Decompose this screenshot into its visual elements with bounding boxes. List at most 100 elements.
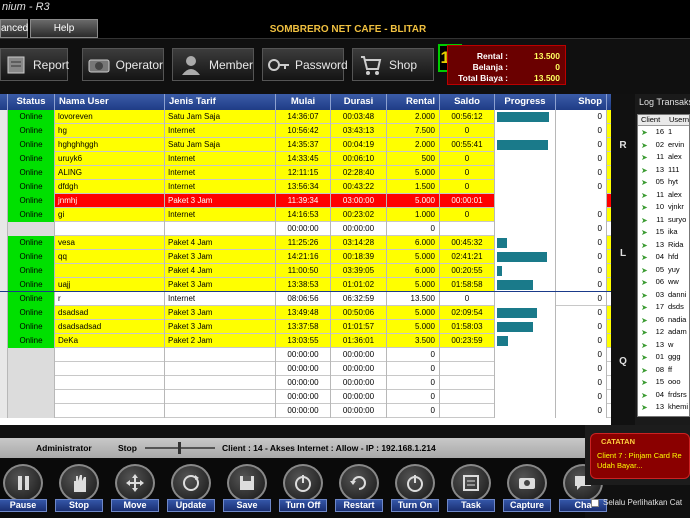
table-row[interactable]: Online r Internet 08:06:56 06:32:59 13.500 0 0 [0, 291, 611, 307]
table-row[interactable]: 00:00:00 00:00:00 0 0 [0, 362, 611, 376]
turn-off-button[interactable]: Turn Off [279, 462, 327, 514]
operator-button[interactable]: Operator [82, 48, 164, 81]
stop-slider-thumb[interactable] [178, 442, 181, 454]
cell-mulai: 00:00:00 [276, 222, 331, 236]
list-item[interactable]: ➤ 13 111 [638, 165, 689, 176]
header-tarif[interactable]: Jenis Tarif [165, 94, 276, 110]
table-row[interactable]: Online uruyk6 Internet 14:33:45 00:06:10 500 0… [0, 152, 611, 166]
header-rental[interactable]: Rental [387, 94, 440, 110]
table-row[interactable]: Online dsadsad Paket 3 Jam 13:49:48 00:50:06… [0, 306, 611, 320]
table-row[interactable]: Online hghghhggh Satu Jam Saja 14:35:37 00:0… [0, 138, 611, 152]
cell-rental: 0 [387, 390, 440, 404]
table-row[interactable]: Online gi Internet 14:16:53 00:23:02 1.000 0 0 [0, 208, 611, 222]
side-label-l[interactable]: L [611, 248, 635, 259]
cell-tarif: Paket 3 Jam [165, 320, 276, 334]
side-label-r[interactable]: R [611, 140, 635, 151]
cell-saldo [440, 390, 495, 404]
cell-mulai: 00:00:00 [276, 348, 331, 362]
member-button[interactable]: Member [172, 48, 254, 81]
cell-tarif [165, 222, 276, 236]
list-item[interactable]: ➤ 05 yuy [638, 265, 689, 276]
table-row[interactable]: 00:00:00 00:00:00 0 0 [0, 376, 611, 390]
report-button[interactable]: Report [0, 48, 69, 81]
table-row[interactable]: 00:00:00 00:00:00 0 0 [0, 222, 611, 236]
cell-rental: 5.000 [387, 194, 440, 208]
list-item[interactable]: ➤ 11 suryo [638, 215, 689, 226]
restart-button[interactable]: Restart [335, 462, 383, 514]
table-row[interactable]: Online dfdgh Internet 13:56:34 00:43:22 1.500… [0, 180, 611, 194]
table-row[interactable]: Online dsadsadsad Paket 3 Jam 13:37:58 01:01… [0, 320, 611, 334]
table-row[interactable]: Online Paket 4 Jam 11:00:50 03:39:05 6.000 00… [0, 264, 611, 278]
list-item[interactable]: ➤ 12 adam [638, 327, 689, 338]
always-show-toggle[interactable]: Selalu Perlihatkan Cat [591, 498, 682, 507]
pause-button[interactable]: Pause [0, 462, 47, 514]
list-item[interactable]: ➤ 05 hyt [638, 177, 689, 188]
shop-button[interactable]: Shop [352, 48, 434, 81]
table-row[interactable]: Online uajj Paket 3 Jam 13:38:53 01:01:02 5.0… [0, 278, 611, 292]
list-item[interactable]: ➤ 15 ooo [638, 377, 689, 388]
progress-bar [495, 390, 556, 404]
list-item[interactable]: ➤11 gbxa [638, 415, 689, 417]
header-shop[interactable]: Shop [556, 94, 607, 110]
cell-rental: 0 [387, 222, 440, 236]
header-status[interactable]: Status [8, 94, 55, 110]
list-item[interactable]: ➤ 08 ff [638, 365, 689, 376]
list-item[interactable]: ➤ 17 dsds [638, 302, 689, 313]
list-item[interactable]: ➤ 06 ww [638, 277, 689, 288]
menu-advanced[interactable]: anced [0, 19, 28, 38]
list-item[interactable]: ➤ 01 ggg [638, 352, 689, 363]
cell-saldo: 0 [440, 180, 495, 194]
turn-on-button[interactable]: Turn On [391, 462, 439, 514]
rental-value: 13.500 [534, 51, 560, 61]
task-button[interactable]: Task [447, 462, 495, 514]
row-selector [0, 334, 8, 348]
list-item[interactable]: ➤ 06 nadia [638, 315, 689, 326]
log-header-client[interactable]: Client [641, 115, 660, 124]
always-show-checkbox[interactable] [591, 498, 599, 507]
list-item[interactable]: ➤ 13 Rida [638, 240, 689, 251]
list-item[interactable]: ➤ 03 danni [638, 290, 689, 301]
header-user[interactable]: Nama User [55, 94, 165, 110]
list-item[interactable]: ➤ 11 alex [638, 152, 689, 163]
header-saldo[interactable]: Saldo [440, 94, 495, 110]
table-row[interactable]: Online ALING Internet 12:11:15 02:28:40 5.000… [0, 166, 611, 180]
cell-durasi: 01:36:01 [331, 334, 387, 348]
list-item[interactable]: ➤ 15 ika [638, 227, 689, 238]
table-row[interactable]: Online jnmhj Paket 3 Jam 11:39:34 03:00:00 5.… [0, 194, 611, 208]
table-row[interactable]: 00:00:00 00:00:00 0 0 [0, 390, 611, 404]
table-row[interactable]: 00:00:00 00:00:00 0 0 [0, 348, 611, 362]
header-mulai[interactable]: Mulai [276, 94, 331, 110]
log-header-user[interactable]: Usern [669, 115, 689, 124]
table-row[interactable]: Online qq Paket 3 Jam 14:21:16 00:18:39 5.000… [0, 250, 611, 264]
log-client-id: 04 [655, 389, 664, 399]
list-item[interactable]: ➤ 02 ervin [638, 140, 689, 151]
list-item[interactable]: ➤ 10 vjnkr [638, 202, 689, 213]
table-row[interactable]: Online DeKa Paket 2 Jam 13:03:55 01:36:01 3.5… [0, 334, 611, 348]
stop-button[interactable]: Stop [55, 462, 103, 514]
header-progress[interactable]: Progress [495, 94, 556, 110]
log-client-id: 02 [655, 139, 664, 149]
table-row[interactable]: Online lovoreven Satu Jam Saja 14:36:07 00:0… [0, 110, 611, 124]
move-button[interactable]: Move [111, 462, 159, 514]
cell-rental: 0 [387, 376, 440, 390]
cell-shop: 0 [556, 362, 607, 376]
side-label-q[interactable]: Q [611, 356, 635, 367]
list-item[interactable]: ➤ 13 khemi [638, 402, 689, 413]
list-item[interactable]: ➤ 04 frdsrs [638, 390, 689, 401]
list-item[interactable]: ➤ 11 alex [638, 190, 689, 201]
list-item[interactable]: ➤ 13 w [638, 340, 689, 351]
table-row[interactable]: Online hg Internet 10:56:42 03:43:13 7.500 0 0 [0, 124, 611, 138]
update-button[interactable]: Update [167, 462, 215, 514]
table-row[interactable]: Online vesa Paket 4 Jam 11:25:26 03:14:28 6.0… [0, 236, 611, 250]
header-durasi[interactable]: Durasi [331, 94, 387, 110]
table-row[interactable]: 00:00:00 00:00:00 0 0 [0, 404, 611, 418]
capture-button[interactable]: Capture [503, 462, 551, 514]
menu-help[interactable]: Help [30, 19, 98, 38]
cell-saldo [440, 348, 495, 362]
password-button[interactable]: Password [262, 48, 348, 81]
cell-saldo: 02:09:54 [440, 306, 495, 320]
save-button[interactable]: Save [223, 462, 271, 514]
list-item[interactable]: ➤ 04 hfd [638, 252, 689, 263]
log-list[interactable]: Client Usern ➤ 16 1 ➤ 02 ervin ➤ 11 alex ➤ 13 111 ➤ 0… [637, 114, 690, 417]
list-item[interactable]: ➤ 16 1 [638, 127, 689, 138]
